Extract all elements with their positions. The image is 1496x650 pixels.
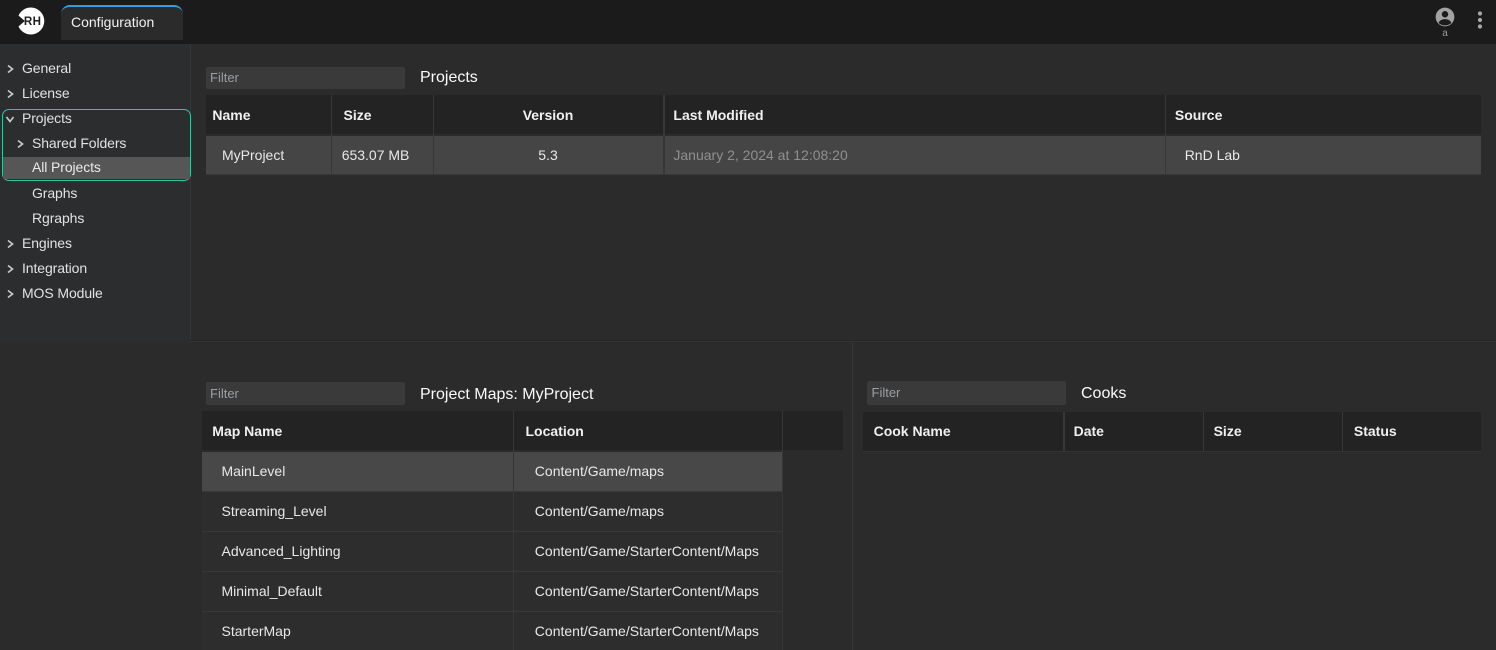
svg-text:RH: RH (24, 15, 41, 28)
